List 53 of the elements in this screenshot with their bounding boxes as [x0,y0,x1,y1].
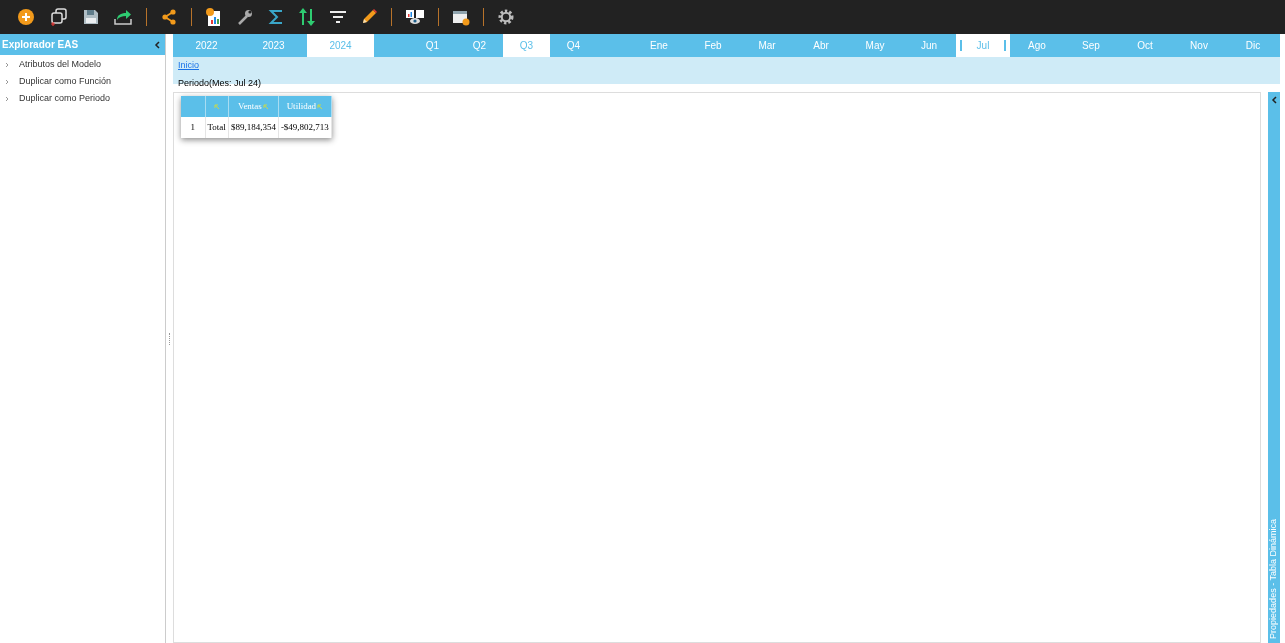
add-icon[interactable] [16,7,36,27]
preview-icon[interactable] [405,8,425,26]
column-header[interactable]: Ventas [237,100,262,111]
quarter-tab[interactable]: Q3 [503,34,550,57]
table-cell: $89,184,354 [228,117,279,138]
month-tab[interactable]: Feb [686,34,740,57]
month-tab[interactable]: Jun [902,34,956,57]
share-icon[interactable] [160,8,178,26]
duplicate-icon[interactable] [49,7,69,27]
filter-icon[interactable] [329,9,347,25]
pencil-icon[interactable] [360,8,378,26]
month-tab[interactable]: Dic [1226,34,1280,57]
save-icon[interactable] [82,8,100,26]
month-tab[interactable]: Mar [740,34,794,57]
share-arrow-icon[interactable] [113,8,133,26]
sigma-icon[interactable] [267,8,285,26]
quarter-tab[interactable]: Q1 [409,34,456,57]
year-tab[interactable]: 2023 [240,34,307,57]
chevron-icon[interactable] [5,61,9,68]
year-tab[interactable]: 2024 [307,34,374,57]
month-tab[interactable]: Ene [632,34,686,57]
expand-icon[interactable] [1271,96,1277,104]
row-label: Total [205,117,229,138]
sidebar-item[interactable]: Atributos del Modelo [19,57,102,72]
quarter-tab[interactable]: Q2 [456,34,503,57]
properties-panel-title: Propiedades - Tabla Dinámica [1267,519,1280,639]
year-tab[interactable]: 2022 [173,34,240,57]
settings-icon[interactable] [497,8,515,26]
home-link[interactable]: Inicio [178,59,199,70]
splitter-handle[interactable] [169,332,170,345]
sidebar-title: Explorador EAS [2,38,79,52]
month-tab[interactable]: Ago [1010,34,1064,57]
chevron-icon[interactable] [5,95,9,102]
month-tab[interactable]: Jul [956,34,1010,57]
month-tab[interactable]: May [848,34,902,57]
calendar-icon[interactable] [452,8,470,26]
month-tab[interactable]: Abr [794,34,848,57]
quarter-tab[interactable]: Q4 [550,34,597,57]
table-cell: -$49,802,713 [278,117,332,138]
collapse-icon[interactable] [154,40,160,49]
chevron-icon[interactable] [5,78,9,85]
sort-arrows-icon[interactable] [298,7,316,27]
row-number: 1 [181,117,205,138]
month-tab[interactable]: Oct [1118,34,1172,57]
column-header[interactable]: Utilidad [286,100,317,111]
new-report-icon[interactable] [205,7,223,27]
period-context: Periodo(Mes: Jul 24) [178,76,263,90]
month-tab[interactable]: Sep [1064,34,1118,57]
sidebar-item[interactable]: Duplicar como Función [19,74,112,89]
wrench-icon[interactable] [236,8,254,26]
month-tab[interactable]: Nov [1172,34,1226,57]
properties-panel[interactable]: Propiedades - Tabla Dinámica [1268,92,1280,643]
sidebar-item[interactable]: Duplicar como Periodo [19,91,111,106]
